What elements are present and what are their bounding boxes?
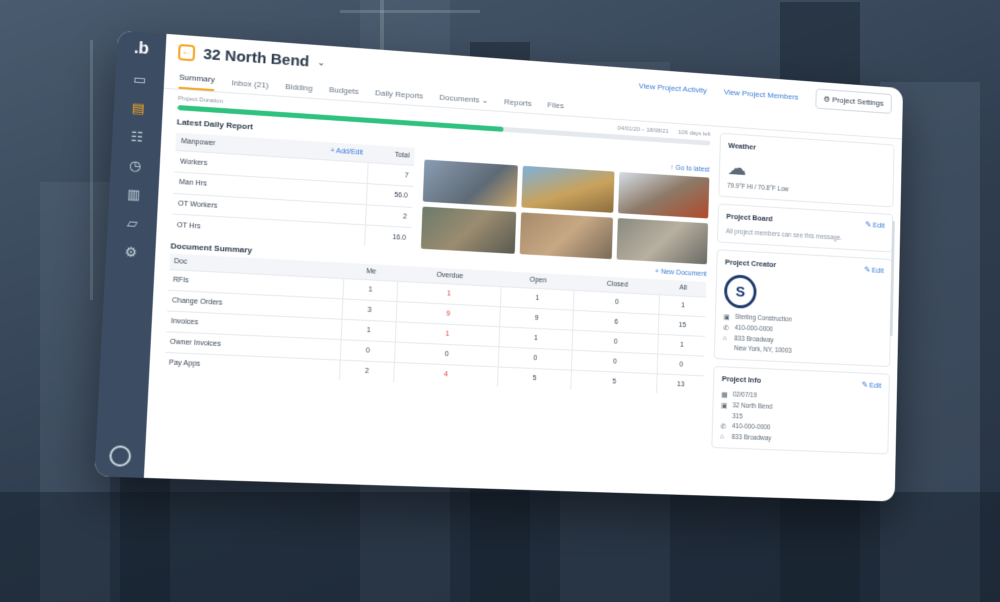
project-board-card: Project Board ✎ Edit All project members… [717, 203, 893, 252]
company-logo: S [724, 274, 757, 309]
site-photo[interactable] [521, 166, 614, 213]
app-window: .b ▭ ▤ ☷ ◷ ▥ ▱ ⚙ ← 32 North Bend ⌄ View … [94, 30, 903, 501]
right-column: Weather ☁ 79.9°F Hi / 70.8°F Low Project… [710, 133, 895, 502]
users-icon[interactable]: ☷ [127, 129, 147, 145]
phone-icon: ✆ [720, 423, 728, 431]
duration-dates: 04/01/20 – 18/08/21 [617, 126, 668, 135]
chevron-down-icon[interactable]: ⌄ [317, 57, 325, 69]
site-photo[interactable] [617, 218, 708, 264]
tab-files[interactable]: Files [547, 100, 564, 115]
edit-board-button[interactable]: ✎ Edit [865, 220, 885, 230]
project-settings-button[interactable]: ⚙ Project Settings [815, 88, 892, 113]
projects-icon[interactable]: ▤ [128, 101, 148, 117]
view-members-link[interactable]: View Project Members [724, 87, 799, 101]
board-message: All project members can see this message… [726, 228, 885, 244]
project-board-title: Project Board [726, 212, 773, 223]
project-info-title: Project Info [722, 374, 761, 385]
tab-summary[interactable]: Summary [178, 72, 215, 91]
arrow-left-icon[interactable]: ← [178, 44, 196, 61]
project-creator-card: Project Creator ✎ Edit S ▣ Sterling Const… [714, 249, 892, 367]
summary-content: Project Duration 04/01/20 – 18/08/21 106… [144, 89, 902, 502]
weather-title: Weather [728, 141, 756, 152]
project-title[interactable]: 32 North Bend [203, 45, 310, 70]
photo-grid [421, 160, 709, 265]
left-column: Project Duration 04/01/20 – 18/08/21 106… [159, 96, 711, 496]
tab-reports[interactable]: Reports [504, 97, 532, 113]
site-photo[interactable] [423, 160, 518, 208]
duration-left: 106 days left [678, 130, 710, 138]
document-table: Doc Me Overdue Open Closed All RFIs 1 1 1 0 1… [164, 254, 706, 396]
tab-budgets[interactable]: Budgets [329, 85, 359, 101]
phone-icon: ✆ [723, 324, 731, 332]
help-icon[interactable] [109, 445, 132, 467]
view-activity-link[interactable]: View Project Activity [639, 81, 707, 95]
main-area: ← 32 North Bend ⌄ View Project Activity … [144, 34, 903, 502]
clock-icon[interactable]: ◷ [125, 158, 145, 174]
document-summary-title: Document Summary [170, 241, 252, 255]
map-icon: ⌂ [723, 335, 731, 342]
building-icon: ▣ [723, 313, 731, 321]
manpower-table: Manpower + Add/Edit Total Workers 7 Man H… [171, 133, 415, 249]
tab-inbox[interactable]: Inbox (21) [231, 78, 269, 95]
tab-bidding[interactable]: Bidding [285, 82, 313, 98]
new-document-link[interactable]: + New Document [655, 268, 707, 278]
edit-creator-button[interactable]: ✎ Edit [864, 265, 884, 275]
photos-section: ↑ Go to latest [421, 149, 710, 265]
building-icon: ▣ [721, 402, 729, 410]
edit-info-button[interactable]: ✎ Edit [862, 380, 882, 390]
map-icon: ⌂ [720, 433, 728, 440]
site-photo[interactable] [618, 172, 709, 219]
site-photo[interactable] [421, 207, 516, 254]
folder-icon[interactable]: ▱ [122, 216, 142, 232]
app-logo[interactable]: .b [133, 40, 149, 59]
reports-icon[interactable]: ▥ [124, 187, 144, 203]
settings-icon[interactable]: ⚙ [121, 245, 141, 261]
project-info-card: Project Info ✎ Edit ▦ 02/07/19 ▣ 32 North … [711, 366, 890, 454]
inbox-icon[interactable]: ▭ [130, 72, 150, 88]
weather-card: Weather ☁ 79.9°F Hi / 70.8°F Low [718, 133, 894, 208]
calendar-icon: ▦ [721, 391, 729, 399]
site-photo[interactable] [520, 212, 613, 259]
project-creator-title: Project Creator [725, 258, 776, 270]
